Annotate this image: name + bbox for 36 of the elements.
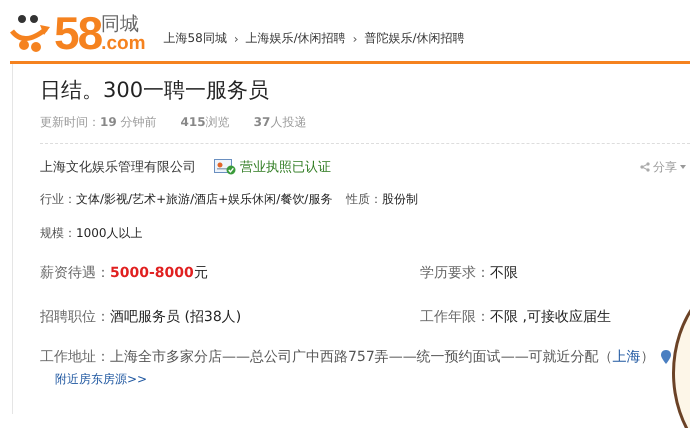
verified-label: 营业执照已认证 [240,159,331,176]
field-label: 招聘职位： [40,309,110,325]
field-label: 性质： [346,192,382,206]
job-title: 日结。300一聘一服务员 [40,77,270,104]
view-count: 415浏览 [180,114,230,131]
caret-icon [680,165,686,169]
field-value: 不限 ,可接收应届生 [490,309,611,325]
breadcrumb-separator: › [234,32,239,46]
field-label: 薪资待遇： [40,265,110,281]
breadcrumb-link[interactable]: 上海娱乐/休闲招聘 [246,30,346,47]
applicant-count: 37人投递 [254,114,306,131]
update-time: 更新时间：19 分钟前 [40,114,157,131]
logo-domain: .com [101,34,146,53]
share-icon [640,162,650,172]
breadcrumb-separator: › [352,32,358,46]
field-value: 不限 [490,265,518,281]
company-name: 上海文化娱乐管理有限公司 [40,159,196,176]
field-value: 股份制 [382,192,418,206]
field-label: 学历要求： [420,265,490,281]
field-label: 工作地址： [40,348,110,367]
field-label: 工作年限： [420,309,490,325]
field-value: 1000人以上 [76,226,143,240]
map-pin-icon[interactable] [660,350,671,364]
breadcrumb-link[interactable]: 普陀娱乐/休闲招聘 [364,30,465,47]
logo-text: 同城 [101,15,140,34]
smiley-logo-icon [10,13,52,53]
field-label: 行业： [40,192,76,206]
salary-value: 5000-8000元 [110,265,208,281]
nearby-housing-link[interactable]: 附近房东房源>> [55,371,148,388]
field-value: 文体/影视/艺术+旅游/酒店+娱乐休闲/餐饮/服务 [76,192,332,206]
city-link[interactable]: 上海 [612,349,641,365]
field-label: 规模： [40,226,76,240]
field-value: 酒吧服务员 (招38人) [110,309,242,325]
breadcrumb-link[interactable]: 上海58同城 [164,30,227,47]
logo-number: 58 [54,13,102,53]
address-value: 上海全市多家分店——总公司广中西路757弄——统一预约面试——可就近分配（上海） [110,348,655,367]
